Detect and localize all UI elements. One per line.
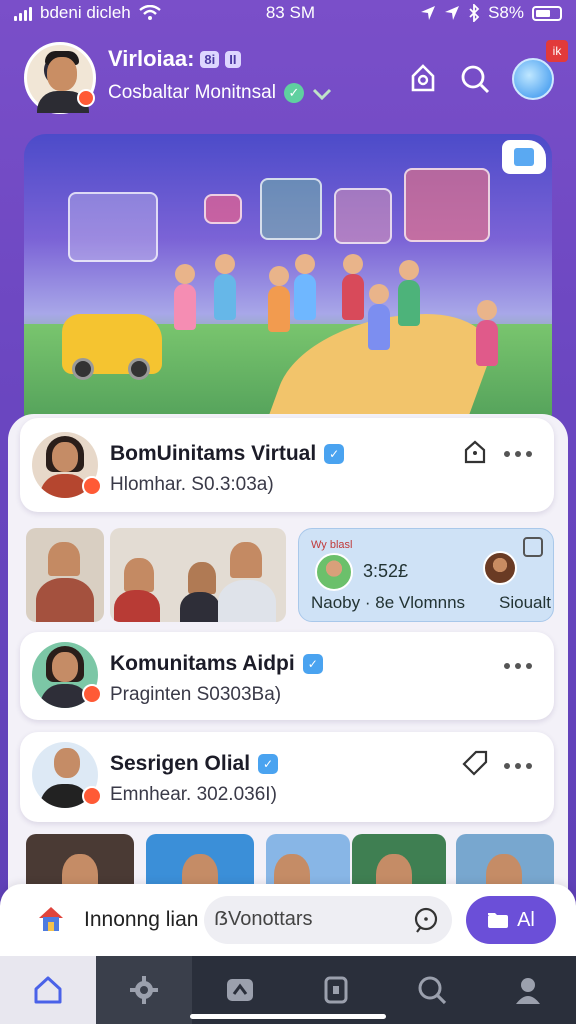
hero-share-icon[interactable]: [502, 140, 546, 174]
call-time: 3:52£: [363, 561, 409, 581]
page-title: Virloiaa: 8i II: [108, 46, 241, 72]
card-title-text: Komunitams Aidpi: [110, 652, 295, 675]
nav-profile[interactable]: [480, 956, 576, 1024]
nav-search[interactable]: [384, 956, 480, 1024]
verified-icon: ✓: [324, 444, 345, 464]
navigation-icon: [445, 6, 460, 20]
location-icon: [421, 6, 436, 20]
home-indicator: [190, 1014, 386, 1019]
photo-thumbnail[interactable]: [456, 834, 554, 890]
nav-settings[interactable]: [96, 956, 192, 1024]
community-search-input[interactable]: ẞVonottars: [204, 896, 452, 944]
card-subtitle: Emnhear. 302.036I): [110, 784, 277, 805]
page-subtitle: Cosbaltar Monitnsal ✓: [108, 82, 332, 104]
status-badge: [82, 684, 102, 704]
title-tag: 8i: [200, 50, 220, 68]
home-icon: [34, 976, 62, 1004]
card-title: Sesrigen Olial ✓: [110, 752, 279, 776]
card-title: Komunitams Aidpi ✓: [110, 652, 323, 676]
call-label: Wy blasl: [311, 539, 353, 551]
more-options-icon[interactable]: [504, 658, 538, 674]
all-button[interactable]: Al: [466, 896, 556, 944]
verified-icon: ✓: [302, 654, 323, 674]
community-card[interactable]: Sesrigen Olial ✓ Emnhear. 302.036I): [20, 732, 554, 822]
tent-icon[interactable]: [408, 64, 438, 94]
community-card[interactable]: BomUinitams Virtual ✓ Hlomhar. S0.3:03a): [20, 418, 554, 512]
card-title-text: BomUinitams Virtual: [110, 442, 317, 465]
more-options-icon[interactable]: [504, 758, 538, 774]
tag-icon[interactable]: [460, 748, 490, 778]
clock: 83 SM: [265, 3, 315, 22]
call-info: Naoby · 8e Vlomnns Sioualt: [311, 593, 551, 613]
card-subtitle: Praginten S0303Ba): [110, 684, 282, 705]
search-icon: [418, 976, 447, 1005]
video-call-card[interactable]: Wy blasl 3:52£ Naoby · 8e Vlomnns Sioual…: [298, 528, 554, 622]
status-badge: [82, 476, 102, 496]
gear-icon: [130, 976, 158, 1004]
call-participants: Naoby · 8e Vlomnns: [311, 593, 466, 612]
status-right: S8%: [420, 3, 562, 23]
caller-avatar: [315, 553, 353, 591]
thumbnail-strip: [26, 834, 554, 890]
community-home-icon[interactable]: [36, 904, 66, 934]
nav-home[interactable]: [0, 956, 96, 1024]
expand-icon[interactable]: [523, 537, 543, 557]
signal-icon: [14, 5, 32, 21]
signal-arrow-icon: [312, 88, 331, 100]
photo-thumbnail[interactable]: [146, 834, 254, 890]
search-placeholder: ẞVonottars: [214, 908, 313, 930]
photo-thumbnail[interactable]: [352, 834, 446, 890]
card-subtitle: Hlomhar. S0.3:03a): [110, 474, 274, 495]
callee-avatar: [483, 551, 517, 585]
avatar-status-badge: [77, 89, 95, 107]
header: Virloiaa: 8i II Cosbaltar Monitnsal ✓ ik: [0, 34, 576, 124]
header-actions: [408, 58, 554, 100]
page-title-text: Virloiaa:: [108, 46, 195, 71]
folder-icon: [488, 913, 509, 928]
verified-icon: ✓: [258, 754, 279, 774]
bluetooth-icon: [469, 4, 480, 22]
status-left: bdeni dicleh: [14, 3, 161, 23]
more-options-icon[interactable]: [504, 446, 538, 462]
search-icon[interactable]: [460, 64, 490, 94]
photo-thumbnail[interactable]: [26, 834, 134, 890]
profile-avatar[interactable]: [24, 42, 96, 114]
call-status: Sioualt: [499, 593, 551, 612]
verified-check-icon: ✓: [283, 83, 304, 103]
car-illustration: [62, 314, 162, 380]
globe-icon[interactable]: [512, 58, 554, 100]
photo-thumbnail[interactable]: [110, 528, 286, 622]
card-title-text: Sesrigen Olial: [110, 752, 251, 775]
profile-icon: [516, 978, 540, 1004]
photo-thumbnail[interactable]: [266, 834, 350, 890]
community-card[interactable]: Komunitams Aidpi ✓ Praginten S0303Ba): [20, 632, 554, 720]
battery-percent: S8%: [488, 3, 524, 22]
lock-icon: [324, 976, 348, 1004]
status-badge: [82, 786, 102, 806]
carrier-label: bdeni dicleh: [40, 3, 131, 22]
chat-search-icon[interactable]: [412, 906, 440, 934]
community-bar: Innonng lian ẞVonottars Al: [0, 884, 576, 956]
page-subtitle-text: Cosbaltar Monitnsal: [108, 82, 276, 103]
media-icon: [227, 979, 253, 1001]
battery-icon: [532, 5, 562, 21]
card-title: BomUinitams Virtual ✓: [110, 442, 345, 466]
wifi-icon: [139, 5, 161, 20]
status-bar: bdeni dicleh 83 SM S8%: [0, 0, 576, 26]
community-title: Innonng lian: [84, 908, 199, 931]
hero-banner[interactable]: [24, 134, 552, 434]
notification-badge[interactable]: ik: [546, 40, 568, 62]
tag-action-icon[interactable]: [460, 438, 490, 468]
title-tag-2: II: [225, 50, 241, 68]
photo-thumbnail[interactable]: [26, 528, 104, 622]
all-button-label: Al: [517, 908, 535, 931]
